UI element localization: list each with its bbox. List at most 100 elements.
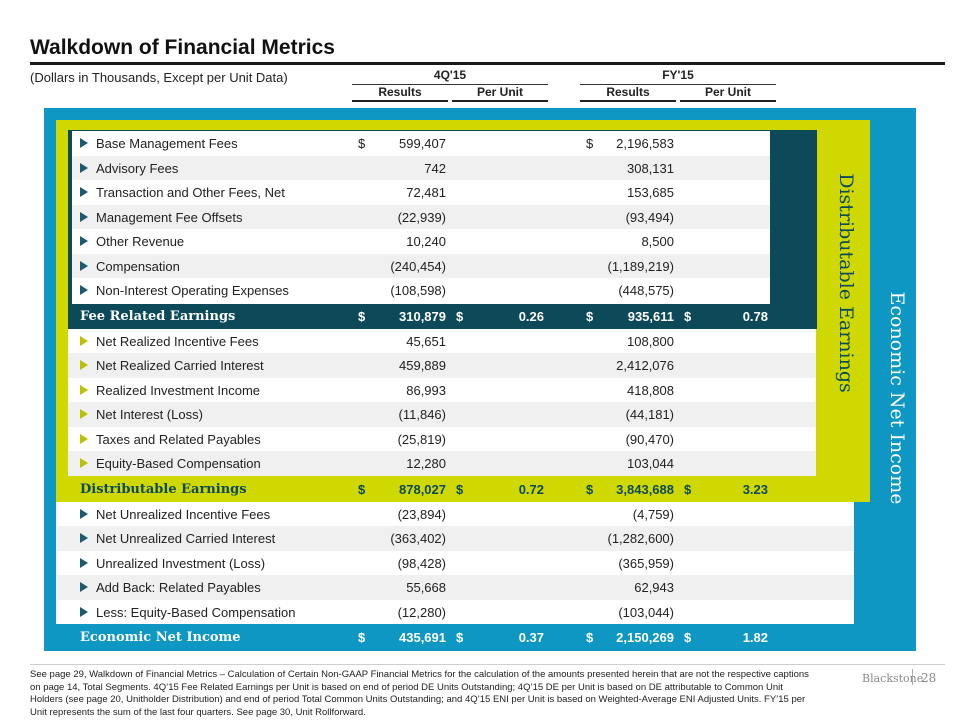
table-row: Less: Equity-Based Compensation (12,280)… bbox=[56, 599, 854, 624]
row-label: Net Realized Incentive Fees bbox=[96, 333, 259, 349]
q4-results-value: 45,651 bbox=[406, 333, 446, 349]
title-rule bbox=[30, 62, 945, 65]
table-row: Compensation (240,454) (1,189,219) bbox=[72, 253, 770, 278]
row-label: Net Unrealized Carried Interest bbox=[96, 531, 276, 546]
table-row: Net Unrealized Carried Interest (363,402… bbox=[56, 526, 854, 551]
table-row: Other Revenue 10,240 8,500 bbox=[72, 229, 770, 254]
q4-results-value: 12,280 bbox=[406, 456, 446, 471]
row-label: Other Revenue bbox=[96, 234, 185, 249]
brand-separator bbox=[912, 669, 913, 685]
fy-results-value: (103,044) bbox=[618, 604, 674, 620]
triangle-bullet-icon bbox=[80, 360, 88, 370]
fy-results-value: 103,044 bbox=[627, 456, 674, 471]
triangle-bullet-icon bbox=[80, 187, 88, 197]
fy-results-value: (90,470) bbox=[625, 431, 674, 447]
table-row: Advisory Fees 742 308,131 bbox=[72, 155, 770, 180]
col-fy-results: Results bbox=[580, 85, 676, 102]
table-row: Unrealized Investment (Loss) (98,428) (3… bbox=[56, 550, 854, 575]
units-note: (Dollars in Thousands, Except per Unit D… bbox=[30, 70, 288, 85]
q4-results-value: 55,668 bbox=[406, 580, 446, 595]
row-label: Non-Interest Operating Expenses bbox=[96, 283, 289, 298]
col-group-fy15-label: FY'15 bbox=[580, 68, 776, 85]
q4-results-value: (11,846) bbox=[398, 407, 446, 422]
triangle-bullet-icon bbox=[80, 285, 88, 295]
q4-results-value: 10,240 bbox=[406, 234, 446, 249]
row-label: Base Management Fees bbox=[96, 136, 238, 151]
col-group-4q15: 4Q'15 bbox=[352, 68, 548, 85]
band-label-economic-net-income: Economic Net Income bbox=[886, 291, 908, 505]
row-label: Net Interest (Loss) bbox=[96, 407, 203, 422]
q4-results-value: 878,027 bbox=[399, 482, 446, 497]
row-label: Realized Investment Income bbox=[96, 382, 261, 398]
fy-results-value: 2,196,583 bbox=[616, 136, 674, 151]
row-label: Add Back: Related Payables bbox=[96, 580, 261, 595]
economic-net-income-row: Economic Net Income $ 435,691 $ 0.37 $ 2… bbox=[44, 625, 916, 650]
fy-results-value: (4,759) bbox=[632, 506, 674, 522]
distributable-earnings-row: Distributable Earnings $ 878,027 $ 0.72 … bbox=[56, 477, 870, 502]
row-label: Advisory Fees bbox=[96, 160, 179, 176]
row-label: Net Realized Carried Interest bbox=[96, 358, 264, 373]
triangle-bullet-icon bbox=[80, 384, 88, 395]
triangle-bullet-icon bbox=[80, 211, 88, 222]
row-label: Less: Equity-Based Compensation bbox=[96, 604, 296, 620]
row-label: Fee Related Earnings bbox=[80, 309, 236, 324]
table-row: Net Interest (Loss) (11,846) (44,181) bbox=[68, 402, 816, 427]
triangle-bullet-icon bbox=[80, 236, 88, 246]
q4-results-value: 599,407 bbox=[399, 136, 446, 151]
fy-results-value: 153,685 bbox=[627, 185, 674, 200]
fy-results-value: 418,808 bbox=[627, 382, 674, 398]
col-q4-per-unit: Per Unit bbox=[452, 85, 548, 102]
q4-results-value: (240,454) bbox=[390, 258, 446, 274]
q4-results-value: (108,598) bbox=[390, 283, 446, 298]
q4-results-value: 459,889 bbox=[399, 358, 446, 373]
fy-results-value: 308,131 bbox=[627, 160, 674, 176]
triangle-bullet-icon bbox=[80, 162, 88, 173]
q4-results-value: (12,280) bbox=[397, 604, 446, 620]
fee-related-earnings-row: Fee Related Earnings $ 310,879 $ 0.26 $ … bbox=[68, 304, 817, 329]
table-row: Base Management Fees $ 599,407 $ 2,196,5… bbox=[72, 131, 770, 156]
col-group-4q15-label: 4Q'15 bbox=[352, 68, 548, 85]
row-label: Transaction and Other Fees, Net bbox=[96, 185, 285, 200]
fy-results-value: 8,500 bbox=[641, 234, 674, 249]
triangle-bullet-icon bbox=[80, 138, 88, 148]
table-row: Transaction and Other Fees, Net 72,481 1… bbox=[72, 180, 770, 205]
col-group-fy15: FY'15 bbox=[580, 68, 776, 85]
page-number: 28 bbox=[921, 671, 937, 685]
triangle-bullet-icon bbox=[80, 335, 88, 346]
triangle-bullet-icon bbox=[80, 458, 88, 468]
table-row: Taxes and Related Payables (25,819) (90,… bbox=[68, 426, 816, 451]
row-label: Economic Net Income bbox=[80, 630, 241, 645]
q4-results-value: 72,481 bbox=[406, 185, 446, 200]
fy-results-value: (1,189,219) bbox=[607, 258, 675, 274]
fy-results-value: 2,150,269 bbox=[616, 630, 674, 645]
triangle-bullet-icon bbox=[80, 533, 88, 543]
table-row: Add Back: Related Payables 55,668 62,943 bbox=[56, 575, 854, 600]
table-row: Management Fee Offsets (22,939) (93,494) bbox=[72, 204, 770, 229]
triangle-bullet-icon bbox=[80, 606, 88, 617]
q4-per-unit-value: 0.37 bbox=[518, 630, 544, 645]
row-label: Taxes and Related Payables bbox=[96, 431, 261, 447]
row-label: Distributable Earnings bbox=[80, 482, 247, 497]
q4-results-value: (23,894) bbox=[397, 506, 446, 522]
fy-results-value: 935,611 bbox=[627, 309, 674, 324]
triangle-bullet-icon bbox=[80, 260, 88, 271]
fy-results-value: (44,181) bbox=[625, 407, 674, 422]
q4-results-value: (25,819) bbox=[397, 431, 446, 447]
row-label: Management Fee Offsets bbox=[96, 209, 243, 225]
triangle-bullet-icon bbox=[80, 508, 88, 519]
q4-results-value: (363,402) bbox=[390, 531, 446, 546]
footer-rule bbox=[30, 664, 945, 665]
table-row: Realized Investment Income 86,993 418,80… bbox=[68, 377, 816, 402]
q4-results-value: 742 bbox=[424, 160, 446, 176]
fy-results-value: (365,959) bbox=[618, 555, 674, 571]
table-row: Net Realized Incentive Fees 45,651 108,8… bbox=[68, 328, 816, 353]
table-row: Net Unrealized Incentive Fees (23,894) (… bbox=[56, 501, 854, 526]
fy-per-unit-value: 0.78 bbox=[742, 309, 768, 324]
q4-per-unit-value: 0.72 bbox=[518, 482, 544, 497]
triangle-bullet-icon bbox=[80, 433, 88, 444]
fy-results-value: 62,943 bbox=[634, 580, 674, 595]
fy-results-value: 3,843,688 bbox=[616, 482, 674, 497]
fy-per-unit-value: 3.23 bbox=[742, 482, 768, 497]
table-row: Net Realized Carried Interest 459,889 2,… bbox=[68, 353, 816, 378]
triangle-bullet-icon bbox=[80, 582, 88, 592]
